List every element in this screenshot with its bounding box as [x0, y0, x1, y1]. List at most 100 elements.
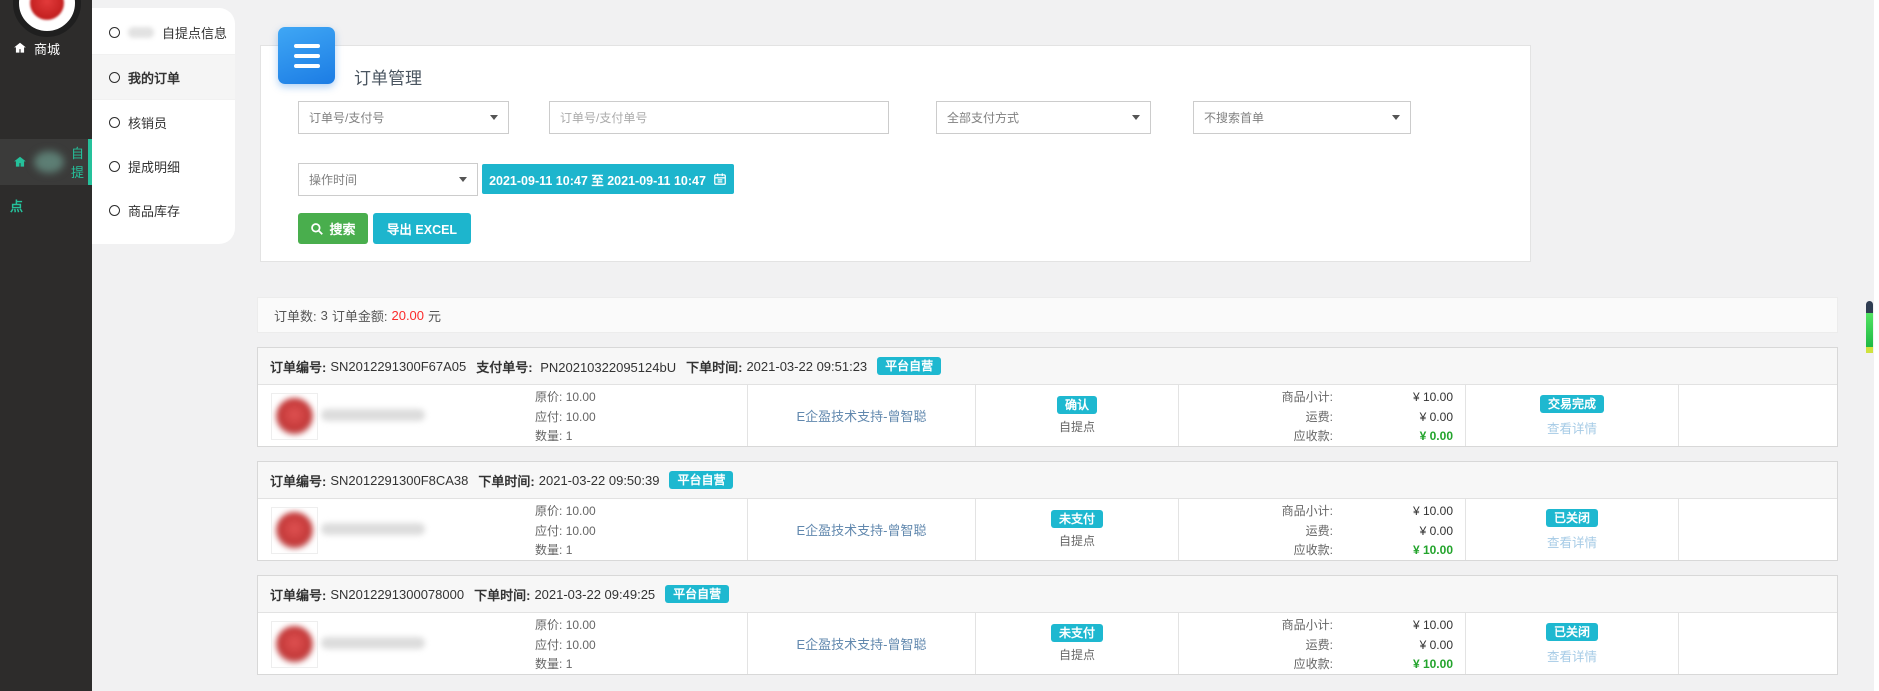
- menu-item[interactable]: 商品库存: [92, 188, 235, 232]
- order-state-badge: 已关闭: [1546, 623, 1598, 641]
- view-detail-link[interactable]: 查看详情: [1547, 418, 1597, 437]
- orders-summary-bar: 订单数: 3 订单金额: 20.00 元: [257, 297, 1838, 333]
- receivable-value: ¥ 0.00: [1333, 427, 1465, 447]
- scrollbar-yellow-segment: [1866, 347, 1873, 353]
- blurred-product-name: [321, 409, 425, 421]
- scrollbar-thumb[interactable]: [1866, 301, 1873, 353]
- order-no-value: SN2012291300F8CA38: [330, 473, 468, 488]
- order-card-header: 订单编号: SN2012291300078000 下单时间: 2021-03-2…: [258, 576, 1837, 613]
- pay-method-select[interactable]: 全部支付方式: [936, 101, 1151, 134]
- freight-label: 运费:: [1183, 636, 1333, 656]
- order-no-value: SN2012291300F67A05: [330, 359, 466, 374]
- radio-circle-icon: [109, 117, 120, 128]
- order-time-label: 下单时间:: [474, 585, 530, 604]
- order-field-select[interactable]: 订单号/支付号: [298, 101, 509, 134]
- platform-badge: 平台自营: [665, 585, 729, 603]
- scrollbar-track: [1874, 0, 1879, 691]
- menu-item[interactable]: 自提点信息: [92, 10, 235, 55]
- radio-circle-icon: [109, 72, 120, 83]
- platform-badge: 平台自营: [669, 471, 733, 489]
- menu-item[interactable]: 我的订单: [92, 55, 235, 100]
- date-range-button[interactable]: 2021-09-11 10:47 至 2021-09-11 10:47: [482, 164, 734, 194]
- first-order-select[interactable]: 不搜索首单: [1193, 101, 1411, 134]
- home-icon: [13, 41, 27, 55]
- order-list: 订单编号: SN2012291300F67A05 支付单号: PN2021032…: [257, 347, 1838, 689]
- payable-value: 10.00: [566, 638, 596, 652]
- radio-circle-icon: [109, 27, 120, 38]
- totals-cell: 商品小计:¥ 10.00 运费:¥ 0.00 应收款:¥ 10.00: [1179, 613, 1466, 674]
- sidebar-item-pickup-point[interactable]: 自提: [0, 139, 92, 185]
- sidebar-item-mall[interactable]: 商城: [0, 33, 92, 63]
- product-cell: 原价: 10.00 应付: 10.00 数量: 1: [258, 613, 748, 674]
- product-thumbnail: [271, 621, 318, 668]
- product-cell: 原价: 10.00 应付: 10.00 数量: 1: [258, 385, 748, 446]
- contact-cell: E企盈技术支持-曾智聪: [748, 613, 976, 674]
- date-range-value: 2021-09-11 10:47 至 2021-09-11 10:47: [489, 170, 706, 189]
- order-no-label: 订单编号:: [270, 357, 326, 376]
- view-detail-link[interactable]: 查看详情: [1547, 646, 1597, 665]
- freight-label: 运费:: [1183, 522, 1333, 542]
- orig-price-label: 原价:: [535, 618, 562, 632]
- welfare-lottery-logo: [13, 0, 81, 37]
- pay-no-value: PN20210322095124bU: [540, 360, 676, 375]
- orig-price-label: 原价:: [535, 504, 562, 518]
- order-card-header: 订单编号: SN2012291300F8CA38 下单时间: 2021-03-2…: [258, 462, 1837, 499]
- search-button[interactable]: 搜索: [298, 213, 368, 244]
- pay-no-group: 支付单号: PN20210322095124bU: [476, 357, 686, 376]
- caret-down-icon: [1132, 115, 1140, 120]
- payable-label: 应付:: [535, 638, 562, 652]
- menu-item-label: 我的订单: [128, 68, 180, 87]
- search-label: 搜索: [329, 219, 355, 238]
- menu-item-label: 核销员: [128, 113, 167, 132]
- order-card: 订单编号: SN2012291300F67A05 支付单号: PN2021032…: [257, 347, 1838, 447]
- price-block: 原价: 10.00 应付: 10.00 数量: 1: [535, 388, 596, 447]
- product-thumbnail: [271, 393, 318, 440]
- subtotal-value: ¥ 10.00: [1333, 502, 1465, 522]
- menu-item[interactable]: 核销员: [92, 100, 235, 144]
- status-cell: 未支付 自提点: [976, 499, 1179, 560]
- scrollbar-green-segment: [1866, 313, 1873, 347]
- quantity-label: 数量:: [535, 543, 562, 557]
- orig-price-value: 10.00: [566, 504, 596, 518]
- order-state-badge: 已关闭: [1546, 509, 1598, 527]
- order-state-badge: 交易完成: [1540, 395, 1604, 413]
- receivable-label: 应收款:: [1183, 427, 1333, 447]
- contact-name: E企盈技术支持-曾智聪: [796, 520, 926, 539]
- subtotal-value: ¥ 10.00: [1333, 616, 1465, 636]
- search-icon: [310, 222, 324, 236]
- quantity-label: 数量:: [535, 657, 562, 671]
- order-card-header: 订单编号: SN2012291300F67A05 支付单号: PN2021032…: [258, 348, 1837, 385]
- menu-item[interactable]: 提成明细: [92, 144, 235, 188]
- scrollbar-cap: [1866, 301, 1873, 313]
- select-value: 不搜索首单: [1204, 109, 1264, 126]
- blurred-product-name: [321, 523, 425, 535]
- menu-toggle-button[interactable]: [278, 27, 335, 84]
- orig-price-value: 10.00: [566, 390, 596, 404]
- calendar-icon: [713, 172, 727, 186]
- radio-circle-icon: [109, 205, 120, 216]
- order-amount-value: 20.00: [391, 308, 424, 323]
- subtotal-label: 商品小计:: [1183, 388, 1333, 408]
- order-card-body: 原价: 10.00 应付: 10.00 数量: 1 E企盈技术支持-曾智聪 确认…: [258, 385, 1837, 446]
- export-excel-button[interactable]: 导出 EXCEL: [373, 213, 471, 244]
- status-cell: 未支付 自提点: [976, 613, 1179, 674]
- order-count-label: 订单数:: [274, 306, 317, 325]
- orig-price-label: 原价:: [535, 390, 562, 404]
- sidebar-item-label-wrapped: 点: [10, 196, 23, 215]
- blurred-text: [34, 151, 64, 173]
- product-thumbnail: [271, 507, 318, 554]
- view-detail-link[interactable]: 查看详情: [1547, 532, 1597, 551]
- price-block: 原价: 10.00 应付: 10.00 数量: 1: [535, 502, 596, 561]
- price-block: 原价: 10.00 应付: 10.00 数量: 1: [535, 616, 596, 675]
- empty-cell: [1679, 613, 1837, 674]
- contact-cell: E企盈技术支持-曾智聪: [748, 499, 976, 560]
- payable-value: 10.00: [566, 410, 596, 424]
- order-number-input[interactable]: [549, 101, 889, 134]
- order-amount-unit: 元: [428, 306, 441, 325]
- menu-item-label: 提成明细: [128, 157, 180, 176]
- blurred-text: [128, 27, 154, 38]
- contact-name: E企盈技术支持-曾智聪: [796, 634, 926, 653]
- sidebar-item-label: 自提: [71, 143, 88, 181]
- pay-status-badge: 确认: [1057, 396, 1097, 414]
- time-type-select[interactable]: 操作时间: [298, 163, 478, 196]
